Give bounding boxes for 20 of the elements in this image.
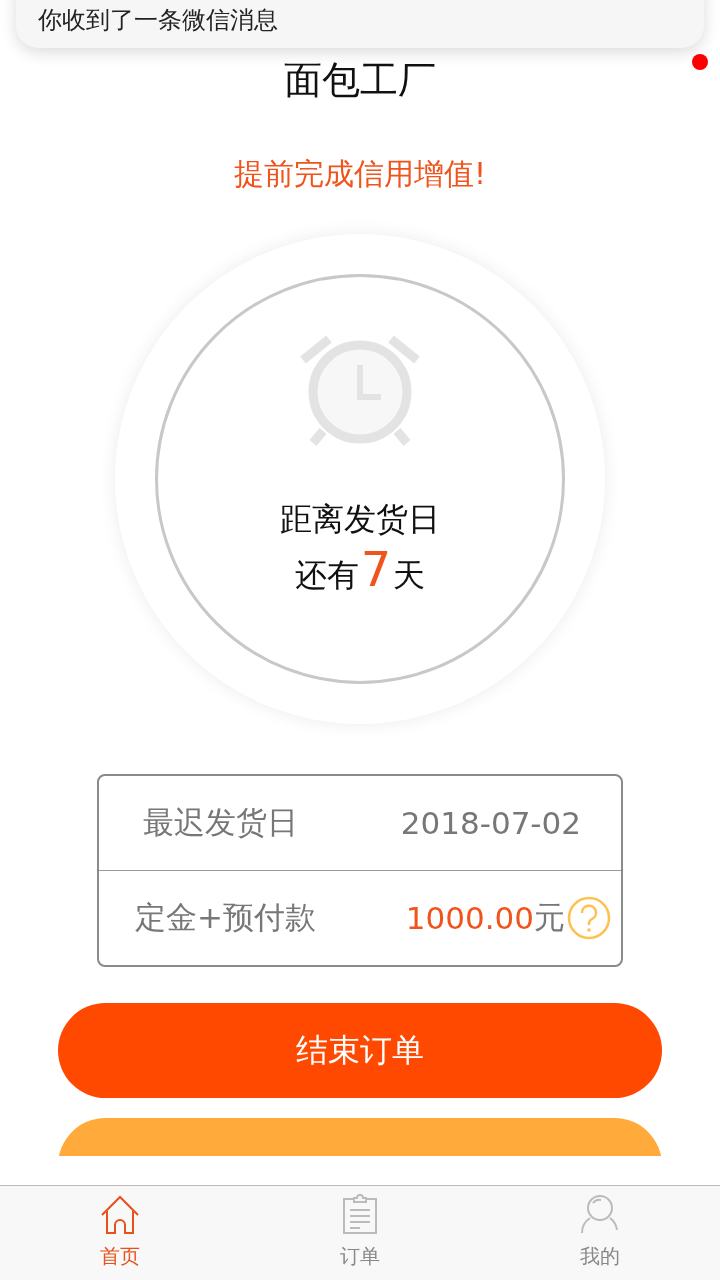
- amount-value: 1000.00: [405, 900, 534, 936]
- user-icon: [580, 1193, 620, 1235]
- tab-item[interactable]: 首页: [0, 1186, 240, 1280]
- notification-banner[interactable]: 你收到了一条微信消息: [16, 0, 704, 48]
- tab-item[interactable]: 我的: [480, 1186, 720, 1280]
- detail-label: 定金+预付款: [135, 898, 316, 937]
- detail-value: 2018-07-02: [400, 805, 581, 841]
- notification-text: 你收到了一条微信消息: [38, 5, 278, 36]
- countdown-days: 还有7天: [294, 541, 426, 603]
- subtitle: 提前完成信用增值!: [234, 155, 486, 193]
- end-order-button[interactable]: 结束订单: [58, 1003, 662, 1098]
- detail-label: 最迟发货日: [143, 803, 298, 842]
- clipboard-icon: [342, 1193, 378, 1235]
- amount-unit: 元: [534, 898, 565, 937]
- tab-item[interactable]: 订单: [240, 1186, 480, 1280]
- page-title: 面包工厂: [284, 57, 436, 104]
- countdown-label: 距离发货日: [280, 499, 440, 540]
- help-icon[interactable]: [567, 896, 611, 940]
- home-icon: [100, 1195, 140, 1235]
- unread-dot-icon: [692, 54, 708, 70]
